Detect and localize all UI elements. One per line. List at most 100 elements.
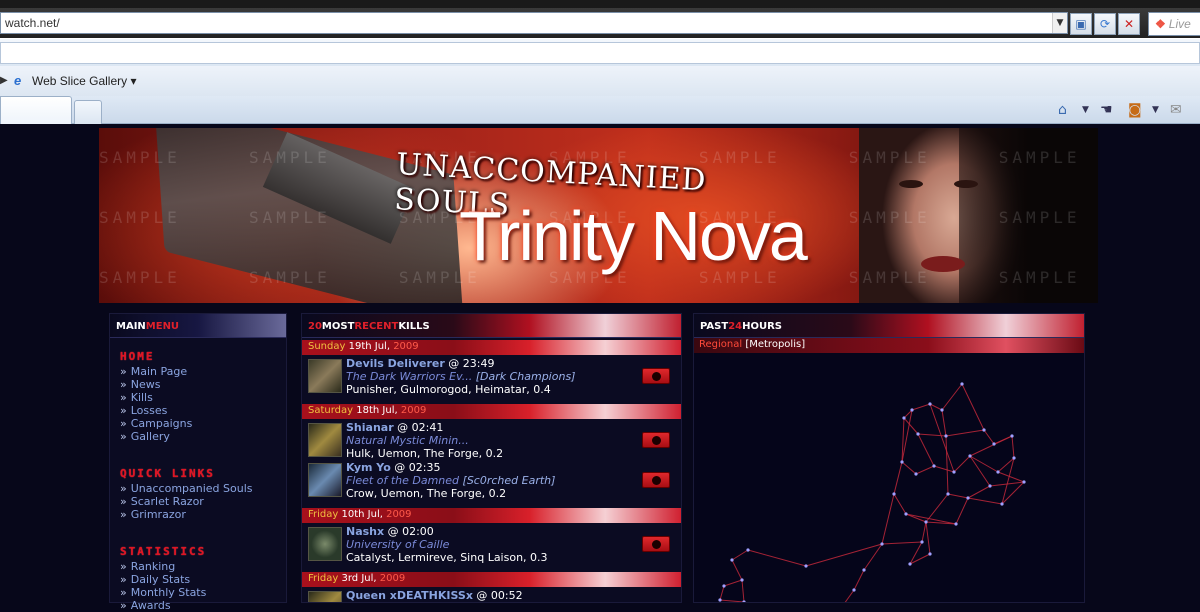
region-name[interactable]: Metropolis [749,339,801,350]
victim-alliance[interactable]: [Dark Champions] [476,370,576,383]
solar-system-dot[interactable] [932,464,936,468]
solar-system-dot[interactable] [718,598,722,602]
solar-system-dot[interactable] [960,382,964,386]
address-dropdown-icon[interactable]: ▼ [1052,13,1067,33]
victim-corp[interactable]: University of Caille [346,538,449,551]
solar-system-dot[interactable] [852,588,856,592]
menu-link[interactable]: » Monthly Stats [120,586,206,599]
solar-system-dot[interactable] [722,584,726,588]
chevron-down-icon[interactable]: ▼ [1082,100,1089,120]
solar-system-dot[interactable] [940,408,944,412]
star-map[interactable] [694,354,1084,603]
solar-system-dot[interactable] [880,542,884,546]
solar-system-dot[interactable] [952,470,956,474]
refresh-icon[interactable]: ⟳ [1094,13,1116,35]
kill-detail-icon[interactable] [642,432,670,448]
stop-icon[interactable]: ✕ [1118,13,1140,35]
compatibility-view-icon[interactable]: ▣ [1070,13,1092,35]
solar-system-dot[interactable] [742,600,746,603]
menu-link[interactable]: » Ranking [120,560,175,573]
kill-row[interactable]: Devils Deliverer @ 23:49 The Dark Warrior… [302,356,681,396]
menu-link[interactable]: » Unaccompanied Souls [120,482,253,495]
search-box[interactable]: ❖ Live [1148,12,1200,36]
solar-system-dot[interactable] [966,496,970,500]
solar-system-dot[interactable] [804,564,808,568]
solar-system-dot[interactable] [982,428,986,432]
victim-corp[interactable]: Fleet of the Damned [Sc0rched Earth] [346,474,555,487]
solar-system-dot[interactable] [916,432,920,436]
solar-system-dot[interactable] [1000,502,1004,506]
ship-thumbnail[interactable] [308,591,342,602]
menu-link[interactable]: » Gallery [120,430,170,443]
mail-icon[interactable]: ✉ [1170,100,1182,120]
kill-detail-icon[interactable] [642,472,670,488]
feed-icon[interactable]: ◙ [1128,100,1142,120]
kill-detail-icon[interactable] [642,536,670,552]
solar-system-dot[interactable] [1010,434,1014,438]
web-slice-gallery-link[interactable]: e Web Slice Gallery ▾ [14,73,137,89]
solar-system-dot[interactable] [924,520,928,524]
menu-link[interactable]: » Daily Stats [120,573,190,586]
chevron-down-icon[interactable]: ▼ [1152,100,1159,120]
solar-system-dot[interactable] [902,416,906,420]
menu-link[interactable]: » Kills [120,391,153,404]
menu-link[interactable]: » Grimrazor [120,508,186,521]
jump-route [941,409,947,437]
tab-active[interactable] [0,96,72,124]
victim-corp[interactable]: Natural Mystic Minin... [346,434,469,447]
kill-row[interactable]: Shianar @ 02:41 Natural Mystic Minin... H… [302,420,681,460]
window-top-strip [0,0,1200,8]
solar-system-dot[interactable] [928,552,932,556]
ship-thumbnail[interactable] [308,423,342,457]
victim-name[interactable]: Devils Deliverer @ 23:49 [346,357,494,370]
new-tab-button[interactable] [74,100,102,124]
solar-system-dot[interactable] [730,558,734,562]
solar-system-dot[interactable] [946,492,950,496]
kill-row[interactable]: Nashx @ 02:00 University of Caille Cataly… [302,524,681,564]
address-bar[interactable]: watch.net/ [0,12,1068,34]
victim-name[interactable]: Queen xDEATHKISSx @ 00:52 [346,589,523,602]
menu-link[interactable]: » Losses [120,404,167,417]
menu-link[interactable]: » News [120,378,160,391]
solar-system-dot[interactable] [944,434,948,438]
solar-system-dot[interactable] [914,472,918,476]
solar-system-dot[interactable] [746,548,750,552]
solar-system-dot[interactable] [900,460,904,464]
solar-system-dot[interactable] [992,442,996,446]
solar-system-dot[interactable] [862,568,866,572]
solar-system-dot[interactable] [968,454,972,458]
victim-alliance[interactable]: [Sc0rched Earth] [463,474,556,487]
ship-thumbnail[interactable] [308,463,342,497]
home-icon[interactable]: ⌂ [1058,100,1067,120]
solar-system-dot[interactable] [954,522,958,526]
kill-row[interactable]: Kym Yo @ 02:35 Fleet of the Damned [Sc0rc… [302,460,681,500]
menu-link[interactable]: » Scarlet Razor [120,495,204,508]
solar-system-dot[interactable] [996,470,1000,474]
solar-system-dot[interactable] [842,602,845,603]
hand-icon[interactable]: ☚ [1100,100,1113,120]
ship-thumbnail[interactable] [308,527,342,561]
victim-name[interactable]: Shianar @ 02:41 [346,421,443,434]
solar-system-dot[interactable] [988,484,992,488]
link-arrow-icon: » [120,586,127,599]
menu-link[interactable]: » Awards [120,599,171,612]
solar-system-dot[interactable] [908,562,912,566]
solar-system-dot[interactable] [892,492,896,496]
solar-system-dot[interactable] [740,578,744,582]
menu-link[interactable]: » Main Page [120,365,187,378]
victim-corp[interactable]: The Dark Warriors Ev... [Dark Champions] [346,370,575,383]
ship-thumbnail[interactable] [308,359,342,393]
chevron-down-icon[interactable]: ▶ [0,75,8,86]
victim-name[interactable]: Nashx @ 02:00 [346,525,434,538]
victim-name[interactable]: Kym Yo @ 02:35 [346,461,441,474]
kill-row[interactable]: Queen xDEATHKISSx @ 00:52 [302,588,681,602]
solar-system-dot[interactable] [910,408,914,412]
kill-detail-icon[interactable] [642,368,670,384]
solar-system-dot[interactable] [904,512,908,516]
solar-system-dot[interactable] [1012,456,1016,460]
day-header-date: 10th Jul, [338,509,383,520]
menu-link[interactable]: » Campaigns [120,417,192,430]
solar-system-dot[interactable] [920,540,924,544]
solar-system-dot[interactable] [928,402,932,406]
solar-system-dot[interactable] [1022,480,1026,484]
